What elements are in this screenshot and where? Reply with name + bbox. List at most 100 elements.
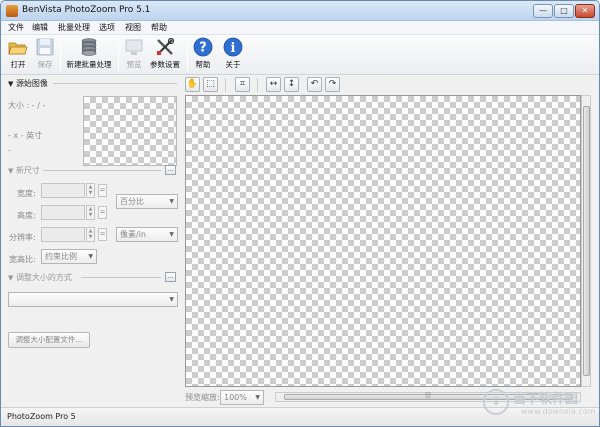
about-button[interactable]: i 关于 — [221, 36, 245, 73]
save-button[interactable]: 保存 — [33, 36, 57, 73]
minimize-button[interactable]: — — [533, 4, 553, 18]
vertical-scrollbar[interactable] — [581, 95, 591, 387]
info-icon: i — [223, 37, 243, 57]
app-window: BenVista PhotoZoom Pro 5.1 — □ ✕ 文件 编辑 批… — [0, 0, 600, 427]
maximize-button[interactable]: □ — [554, 4, 574, 18]
height-input[interactable] — [41, 205, 85, 220]
download-arrow-icon: ↓ — [483, 389, 509, 415]
app-logo-icon — [6, 5, 18, 17]
chevron-down-icon: ▼ — [88, 253, 93, 260]
preview-zoom-select[interactable]: 100% ▼ — [220, 390, 264, 405]
toolbar-separator — [60, 39, 61, 71]
resolution-label: 分辨率: — [9, 233, 36, 242]
size-unit-value: 百分比 — [120, 197, 144, 206]
new-size-header[interactable]: ▼ 新尺寸 — [8, 165, 40, 176]
main-toolbar: 打开 保存 新建批量处理 预览 参数设置 ? 帮助 i 关于 — [1, 35, 599, 75]
help-button[interactable]: ? 帮助 — [191, 36, 215, 73]
preview-label: 预览 — [126, 60, 142, 69]
vertical-arrows-icon: ↕ — [287, 79, 296, 89]
rotate-right-button[interactable]: ↷ — [325, 77, 340, 92]
zoom-value: 100% — [224, 393, 247, 402]
source-dimensions-text: - x - 英寸 — [8, 131, 43, 140]
menu-bar: 文件 编辑 批量处理 选项 视图 帮助 — [1, 21, 599, 35]
help-label: 帮助 — [195, 60, 211, 69]
preview-monitor-icon — [125, 39, 143, 55]
fit-height-button[interactable]: ↕ — [284, 77, 299, 92]
new-size-title: 新尺寸 — [15, 166, 40, 175]
status-text: PhotoZoom Pro 5 — [7, 412, 76, 421]
hand-icon: ✋ — [186, 79, 199, 89]
resolution-unit-value: 像素/in — [120, 230, 146, 239]
about-label: 关于 — [225, 60, 241, 69]
hand-tool-button[interactable]: ✋ — [185, 77, 200, 92]
source-extra-text: - — [8, 146, 11, 155]
close-button[interactable]: ✕ — [575, 4, 595, 18]
height-label: 高度: — [17, 211, 36, 220]
resize-method-select[interactable]: ▼ — [8, 292, 178, 307]
spin-down-icon: ▼ — [88, 234, 93, 240]
floppy-disk-icon — [36, 38, 54, 56]
size-unit-select[interactable]: 百分比 ▼ — [116, 194, 178, 209]
new-size-more-button[interactable]: ... — [165, 165, 176, 175]
link-dimensions-button[interactable]: = — [98, 206, 107, 219]
menu-edit[interactable]: 编辑 — [32, 22, 48, 34]
menu-help[interactable]: 帮助 — [151, 22, 167, 34]
resolution-spinner[interactable]: ▲ ▼ — [86, 227, 95, 242]
menu-view[interactable]: 视图 — [125, 22, 141, 34]
view-toolbar: ✋ ⬚ ⌗ ↔ ↕ ↶ ↷ — [183, 76, 599, 94]
window-title: BenVista PhotoZoom Pro 5.1 — [22, 5, 151, 15]
toolbar-separator — [225, 78, 226, 92]
new-batch-button[interactable]: 新建批量处理 — [63, 36, 115, 73]
chevron-down-icon: ▼ — [169, 296, 174, 303]
menu-file[interactable]: 文件 — [8, 22, 24, 34]
preview-canvas[interactable] — [185, 95, 581, 387]
width-input[interactable] — [41, 183, 85, 198]
resize-method-header[interactable]: ▼ 调整大小的方式 — [8, 272, 72, 283]
rotate-left-icon: ↶ — [310, 79, 319, 89]
source-size-text: 大小 : - / - — [8, 101, 46, 110]
width-spinner[interactable]: ▲ ▼ — [86, 183, 95, 198]
section-divider — [81, 277, 161, 278]
selection-tool-button[interactable]: ⬚ — [203, 77, 218, 92]
toolbar-separator — [118, 39, 119, 71]
spin-down-icon: ▼ — [88, 190, 93, 196]
height-spinner[interactable]: ▲ ▼ — [86, 205, 95, 220]
horizontal-arrows-icon: ↔ — [269, 79, 278, 89]
svg-text:?: ? — [199, 41, 207, 56]
link-dimensions-button[interactable]: = — [98, 184, 107, 197]
tools-icon — [157, 37, 175, 55]
resolution-input[interactable] — [41, 227, 85, 242]
chevron-down-icon: ▼ — [169, 198, 174, 205]
database-stack-icon — [81, 38, 97, 56]
settings-label: 参数设置 — [150, 60, 180, 69]
watermark-cn-text: 当下软件园 — [513, 392, 579, 407]
resize-profile-button[interactable]: 调整大小配置文件... — [8, 332, 90, 348]
open-button[interactable]: 打开 — [5, 36, 31, 73]
link-resolution-button[interactable]: = — [98, 228, 107, 241]
source-image-header[interactable]: ▼ 源始图像 — [8, 78, 48, 89]
section-divider — [43, 170, 161, 171]
source-image-title: 源始图像 — [15, 79, 48, 88]
source-thumbnail — [83, 96, 177, 166]
menu-options[interactable]: 选项 — [99, 22, 115, 34]
site-watermark: ↓ 当下软件园 www.downxia.com — [483, 387, 596, 423]
vertical-scroll-thumb[interactable] — [583, 106, 590, 376]
settings-button[interactable]: 参数设置 — [148, 36, 182, 73]
aspect-ratio-select[interactable]: 约束比例 ▼ — [41, 249, 97, 264]
fit-width-button[interactable]: ↔ — [266, 77, 281, 92]
svg-text:i: i — [231, 41, 236, 56]
crop-tool-button[interactable]: ⌗ — [235, 77, 250, 92]
preview-button[interactable]: 预览 — [122, 36, 146, 73]
resolution-unit-select[interactable]: 像素/in ▼ — [116, 227, 178, 242]
rotate-left-button[interactable]: ↶ — [307, 77, 322, 92]
watermark-mark: ↓ — [491, 394, 502, 408]
save-label: 保存 — [37, 60, 53, 69]
menu-batch[interactable]: 批量处理 — [58, 22, 90, 34]
resize-method-more-button[interactable]: ... — [165, 272, 176, 282]
crop-icon: ⌗ — [239, 79, 246, 89]
selection-icon: ⬚ — [206, 79, 215, 89]
new-batch-label: 新建批量处理 — [66, 60, 112, 69]
spin-down-icon: ▼ — [88, 212, 93, 218]
chevron-down-icon: ▼ — [169, 231, 174, 238]
title-bar: BenVista PhotoZoom Pro 5.1 — □ ✕ — [1, 1, 599, 21]
